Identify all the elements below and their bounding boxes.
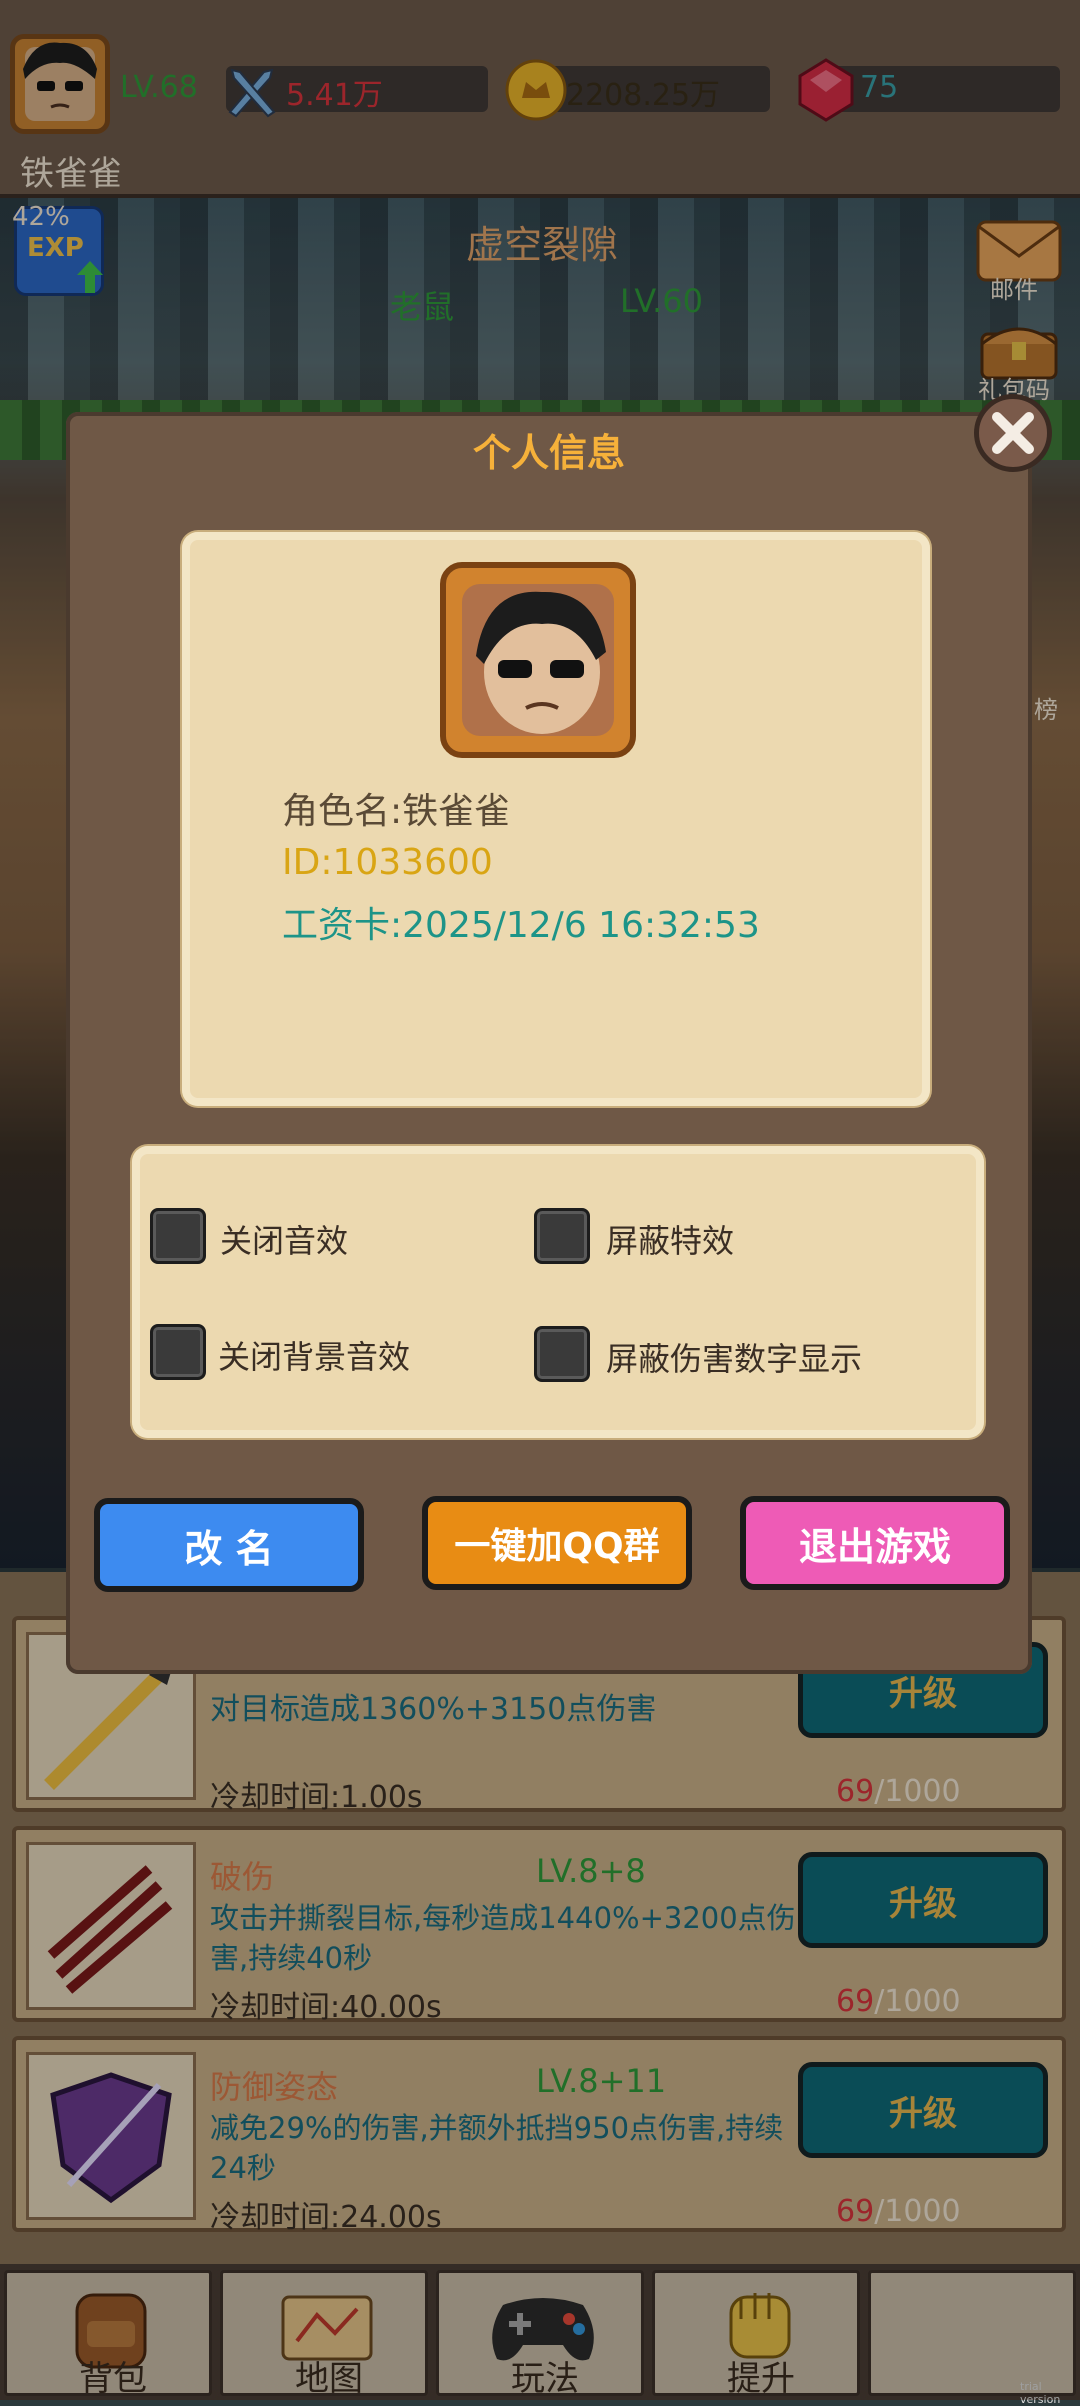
mute-bgm-label: 关闭背景音效 [218,1338,411,1376]
modal-title: 个人信息 [472,431,625,475]
hide-damage-numbers-label: 屏蔽伤害数字显示 [606,1340,863,1378]
profile-card: 角色名:铁雀雀 ID:1033600 工资卡:2025/12/6 16:32:5… [182,532,930,1106]
character-face-icon [462,584,614,736]
mute-sfx-checkbox[interactable] [150,1208,206,1264]
role-name: 角色名:铁雀雀 [282,791,511,832]
close-icon [992,412,1034,454]
profile-avatar [440,562,636,758]
rename-button[interactable]: 改 名 [94,1498,364,1592]
hide-effects-checkbox[interactable] [534,1208,590,1264]
join-qq-group-button[interactable]: 一键加QQ群 [422,1496,692,1590]
settings-card: 关闭音效 屏蔽特效 关闭背景音效 屏蔽伤害数字显示 [132,1146,984,1438]
player-id: ID:1033600 [282,842,493,883]
mute-sfx-label: 关闭音效 [220,1222,349,1260]
salary-card: 工资卡:2025/12/6 16:32:53 [282,905,760,946]
close-button[interactable] [974,394,1052,472]
mute-bgm-checkbox[interactable] [150,1324,206,1380]
hide-damage-numbers-checkbox[interactable] [534,1326,590,1382]
exit-game-button[interactable]: 退出游戏 [740,1496,1010,1590]
hide-effects-label: 屏蔽特效 [606,1222,735,1260]
profile-modal: 个人信息 角色名:铁雀雀 ID:1033600 工资卡:2025/12/6 16… [66,412,1032,1674]
